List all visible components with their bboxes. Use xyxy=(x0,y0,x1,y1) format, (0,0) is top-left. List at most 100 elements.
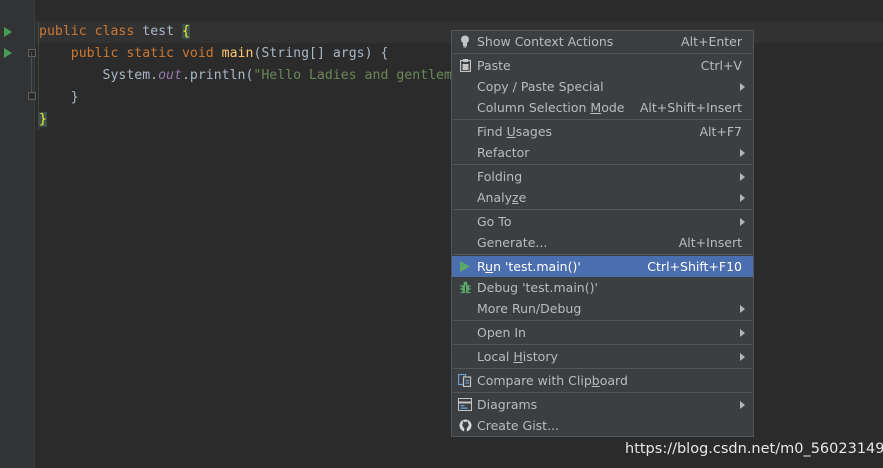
keyword: public xyxy=(39,24,87,39)
submenu-arrow-icon xyxy=(740,194,745,202)
menu-item-label: Debug 'test.main()' xyxy=(477,280,598,295)
menu-item-analyze[interactable]: Analyze xyxy=(452,187,753,208)
brace-highlight: { xyxy=(181,24,190,39)
mnemonic-letter: b xyxy=(591,373,600,388)
menu-item-diagrams[interactable]: Diagrams xyxy=(452,394,753,415)
menu-item-shortcut: Ctrl+Shift+F10 xyxy=(647,259,742,274)
label-part: e xyxy=(518,190,527,205)
code-line-5[interactable]: } xyxy=(39,109,47,131)
submenu-arrow-icon xyxy=(740,353,745,361)
fold-end-marker-icon[interactable] xyxy=(28,92,36,100)
menu-item-open-in[interactable]: Open In xyxy=(452,322,753,343)
label-part: Compare with Clip xyxy=(477,373,592,388)
label-part: ode xyxy=(601,100,625,115)
mnemonic-letter: u xyxy=(485,259,494,274)
menu-item-debug[interactable]: Debug 'test.main()' xyxy=(452,277,753,298)
menu-item-label: More Run/Debug xyxy=(477,301,582,316)
method-name: main xyxy=(221,46,254,61)
menu-item-run[interactable]: Run 'test.main()' Ctrl+Shift+F10 xyxy=(452,256,753,277)
mnemonic-letter: U xyxy=(506,124,516,139)
code-field: out xyxy=(158,68,182,83)
code-line-2[interactable]: public static void main(String[] args) { xyxy=(39,43,389,65)
string-literal: "Hello Ladies and gentlem xyxy=(253,68,452,83)
menu-item-folding[interactable]: Folding xyxy=(452,166,753,187)
menu-item-create-gist[interactable]: Create Gist... xyxy=(452,415,753,436)
menu-item-local-history[interactable]: Local History xyxy=(452,346,753,367)
menu-item-label: Copy / Paste Special xyxy=(477,79,604,94)
submenu-arrow-icon xyxy=(740,329,745,337)
keyword: void xyxy=(181,46,214,61)
menu-item-find-usages[interactable]: Find Usages Alt+F7 xyxy=(452,121,753,142)
code-line-1[interactable]: public class test { xyxy=(39,21,190,43)
menu-item-go-to[interactable]: Go To xyxy=(452,211,753,232)
menu-separator xyxy=(453,254,752,255)
label-part: n 'test.main()' xyxy=(493,259,581,274)
menu-item-shortcut: Alt+Enter xyxy=(681,34,742,49)
menu-item-refactor[interactable]: Refactor xyxy=(452,142,753,163)
menu-item-compare-with-clipboard[interactable]: Compare with Clipboard xyxy=(452,370,753,391)
menu-item-more-run-debug[interactable]: More Run/Debug xyxy=(452,298,753,319)
context-menu: Show Context Actions Alt+Enter Paste Ctr… xyxy=(451,30,754,437)
submenu-arrow-icon xyxy=(740,173,745,181)
clipboard-icon xyxy=(458,58,472,72)
label-part: Local xyxy=(477,349,514,364)
menu-item-label: Diagrams xyxy=(477,397,538,412)
menu-separator xyxy=(453,320,752,321)
submenu-arrow-icon xyxy=(740,149,745,157)
fold-line xyxy=(31,52,32,94)
menu-item-show-context-actions[interactable]: Show Context Actions Alt+Enter xyxy=(452,31,753,52)
label-part: oard xyxy=(599,373,628,388)
menu-separator xyxy=(453,119,752,120)
label-part: R xyxy=(477,259,486,274)
menu-item-generate[interactable]: Generate... Alt+Insert xyxy=(452,232,753,253)
menu-separator xyxy=(453,392,752,393)
method-params: (String[] args) { xyxy=(253,46,389,61)
code-line-3[interactable]: System.out.println("Hello Ladies and gen… xyxy=(39,65,452,87)
submenu-arrow-icon xyxy=(740,401,745,409)
menu-item-label: Refactor xyxy=(477,145,530,160)
editor-gutter xyxy=(0,0,36,468)
menu-item-label: Go To xyxy=(477,214,512,229)
class-name: test xyxy=(142,24,175,39)
code-line-4[interactable]: } xyxy=(39,87,79,109)
code-call: .println( xyxy=(181,68,254,83)
label-part: Find xyxy=(477,124,507,139)
closing-brace: } xyxy=(70,90,79,105)
menu-item-label: Open In xyxy=(477,325,526,340)
menu-item-label: Show Context Actions xyxy=(477,34,614,49)
keyword: class xyxy=(94,24,135,39)
run-main-icon[interactable] xyxy=(4,48,12,58)
github-icon xyxy=(458,418,472,432)
lightbulb-icon xyxy=(458,34,472,48)
menu-separator xyxy=(453,368,752,369)
submenu-arrow-icon xyxy=(740,305,745,313)
submenu-arrow-icon xyxy=(740,83,745,91)
mnemonic-letter: M xyxy=(590,100,602,115)
menu-separator xyxy=(453,344,752,345)
menu-item-copy-paste-special[interactable]: Copy / Paste Special xyxy=(452,76,753,97)
menu-item-label: Find Usages xyxy=(477,121,552,142)
menu-item-shortcut: Ctrl+V xyxy=(700,58,742,73)
submenu-arrow-icon xyxy=(740,218,745,226)
keyword: static xyxy=(126,46,174,61)
menu-item-shortcut: Alt+Insert xyxy=(678,235,742,250)
menu-item-column-selection-mode[interactable]: Column Selection Mode Alt+Shift+Insert xyxy=(452,97,753,118)
brace-highlight: } xyxy=(39,112,47,127)
keyword: public xyxy=(70,46,119,61)
menu-item-label: Analyze xyxy=(477,187,526,208)
menu-item-label: Create Gist... xyxy=(477,418,560,433)
debug-icon xyxy=(458,280,472,294)
menu-item-shortcut: Alt+F7 xyxy=(699,124,742,139)
diagram-icon xyxy=(458,397,472,411)
menu-separator xyxy=(453,209,752,210)
menu-item-label: Paste xyxy=(477,58,511,73)
menu-item-label: Column Selection Mode xyxy=(477,97,625,118)
compare-icon xyxy=(458,373,472,387)
menu-item-label: Local History xyxy=(477,346,558,367)
label-part: istory xyxy=(522,349,558,364)
run-class-icon[interactable] xyxy=(4,27,12,37)
watermark-text: https://blog.csdn.net/m0_56023149 xyxy=(625,441,883,457)
menu-item-paste[interactable]: Paste Ctrl+V xyxy=(452,55,753,76)
fold-marker-icon[interactable] xyxy=(28,49,36,57)
run-icon xyxy=(458,259,472,273)
